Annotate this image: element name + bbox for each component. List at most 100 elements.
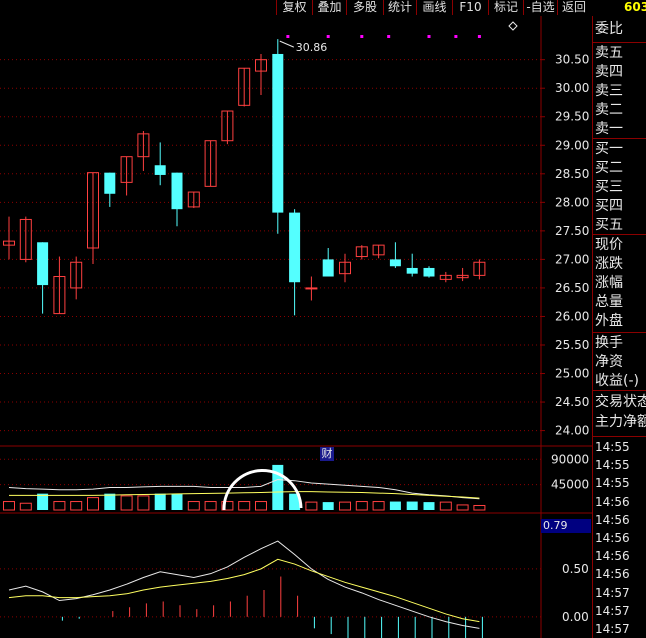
- toolbar-button-5[interactable]: F10: [452, 0, 488, 15]
- price-axis-label: 24.50: [555, 395, 589, 409]
- purple-marker: [477, 35, 481, 38]
- price-axis-label: 28.50: [555, 167, 589, 181]
- tick-time: 14:57: [595, 585, 630, 600]
- candle-body: [406, 267, 418, 274]
- buy-level-label: 买四: [595, 198, 623, 214]
- price-axis-label: 29.00: [555, 138, 589, 152]
- purple-marker: [427, 35, 431, 38]
- volume-bar: [439, 501, 452, 511]
- volume-bar: [355, 501, 368, 511]
- price-axis-label: 25.50: [555, 338, 589, 352]
- volume-axis-label: 45000: [551, 478, 589, 492]
- quote-label: 涨幅: [595, 275, 623, 291]
- indicator-axis-label: 0.50: [562, 562, 589, 576]
- sell-level-label: 卖四: [595, 64, 623, 80]
- toolbar-button-7[interactable]: -自选: [523, 0, 557, 15]
- toolbar-button-8[interactable]: 返回: [557, 0, 590, 15]
- candle-body: [37, 242, 49, 286]
- quote-panel: 委比 卖五 卖四 卖三 卖二 卖一 买一 买二 买三 买四 买五 现价 涨跌 涨幅 总量 外盘 换手 净资 收益(-…: [592, 16, 646, 638]
- tick-time: 14:57: [595, 622, 630, 636]
- volume-bar: [238, 501, 251, 511]
- tick-time: 14:56: [595, 531, 630, 545]
- price-axis-label: 25.00: [555, 367, 589, 381]
- indicator-value-box: 0.79: [541, 519, 591, 533]
- kline-chart[interactable]: 30.50 30.00 29.50 29.00 28.50 28.00 27.50 27.00…: [0, 16, 592, 638]
- high-marker-line: [279, 40, 294, 48]
- candle-body: [289, 212, 301, 283]
- extra-label: 净资: [595, 354, 623, 370]
- volume-bar: [53, 501, 66, 511]
- chart-area[interactable]: 30.50 30.00 29.50 29.00 28.50 28.00 27.50 27.00…: [0, 16, 592, 638]
- toolbar-button-1[interactable]: 叠加: [312, 0, 346, 15]
- tick-time: 14:56: [595, 494, 630, 509]
- extra-label: 收益(-): [595, 373, 639, 389]
- volume-bar: [104, 493, 116, 510]
- volume-bar: [339, 501, 351, 511]
- rp-separator: [593, 234, 646, 235]
- tick-time: 14:55: [595, 476, 630, 491]
- sell-level-label: 卖三: [595, 83, 623, 99]
- event-badge-icon[interactable]: 财: [320, 447, 334, 461]
- high-marker-label: 30.86: [296, 41, 328, 54]
- quote-label: 外盘: [595, 313, 623, 329]
- price-axis-label: 27.50: [555, 224, 589, 238]
- volume-bar: [154, 493, 166, 510]
- rp-separator: [593, 436, 646, 437]
- candle-body: [423, 267, 435, 277]
- toolbar-button-6[interactable]: 标记: [488, 0, 523, 15]
- sell-level-label: 卖一: [595, 121, 623, 137]
- status-label: 主力净额: [595, 414, 646, 430]
- volume-bar: [87, 497, 99, 511]
- volume-bar: [423, 502, 435, 510]
- volume-bar: [305, 501, 318, 511]
- purple-marker: [360, 35, 364, 38]
- diamond-icon: [508, 21, 518, 31]
- volume-bar: [171, 493, 183, 510]
- quote-label: 涨跌: [595, 256, 623, 272]
- sell-level-label: 卖五: [595, 45, 623, 61]
- indicator-axis-label: 0.00: [562, 610, 589, 624]
- buy-level-label: 买五: [595, 217, 623, 233]
- candle-body: [389, 259, 401, 267]
- price-axis-label: 27.00: [555, 252, 589, 266]
- volume-bar: [322, 502, 334, 510]
- candle-body: [322, 259, 334, 277]
- candle-body: [305, 287, 318, 290]
- toolbar-button-4[interactable]: 画线: [416, 0, 452, 15]
- toolbar: 复权 叠加 多股 统计 画线 F10 标记 -自选 返回: [0, 0, 646, 16]
- quote-label: 总量: [595, 294, 623, 310]
- volume-bar: [204, 501, 217, 511]
- indicator-line-white: [8, 540, 480, 629]
- price-axis-label: 30.00: [555, 81, 589, 95]
- tick-time: 14:56: [595, 512, 630, 527]
- volume-bar: [456, 504, 469, 511]
- buy-level-label: 买二: [595, 160, 623, 176]
- toolbar-button-2[interactable]: 多股: [346, 0, 383, 15]
- tick-time: 14:57: [595, 603, 630, 618]
- rp-separator: [593, 332, 646, 333]
- tick-time: 14:55: [595, 440, 630, 454]
- toolbar-button-0[interactable]: 复权: [276, 0, 312, 15]
- stock-code: 603: [624, 0, 646, 14]
- price-axis-label: 28.00: [555, 195, 589, 209]
- purple-marker: [454, 35, 458, 38]
- volume-bar: [137, 495, 150, 511]
- volume-bar: [37, 493, 49, 510]
- extra-label: 换手: [595, 335, 623, 351]
- toolbar-button-3[interactable]: 统计: [383, 0, 416, 15]
- rp-separator: [593, 42, 646, 43]
- volume-axis-label: 90000: [551, 452, 589, 466]
- tick-time: 14:55: [595, 458, 630, 473]
- sell-level-label: 卖二: [595, 102, 623, 118]
- volume-ma-white: [8, 479, 480, 500]
- candle-body: [272, 53, 284, 213]
- buy-level-label: 买三: [595, 179, 623, 195]
- volume-bar: [473, 504, 486, 511]
- candle-body: [104, 172, 116, 194]
- volume-bar: [255, 501, 267, 511]
- quote-label: 现价: [595, 237, 623, 253]
- rp-separator: [593, 138, 646, 139]
- candle-body: [154, 165, 166, 175]
- purple-marker: [387, 35, 391, 38]
- volume-bar: [120, 495, 133, 511]
